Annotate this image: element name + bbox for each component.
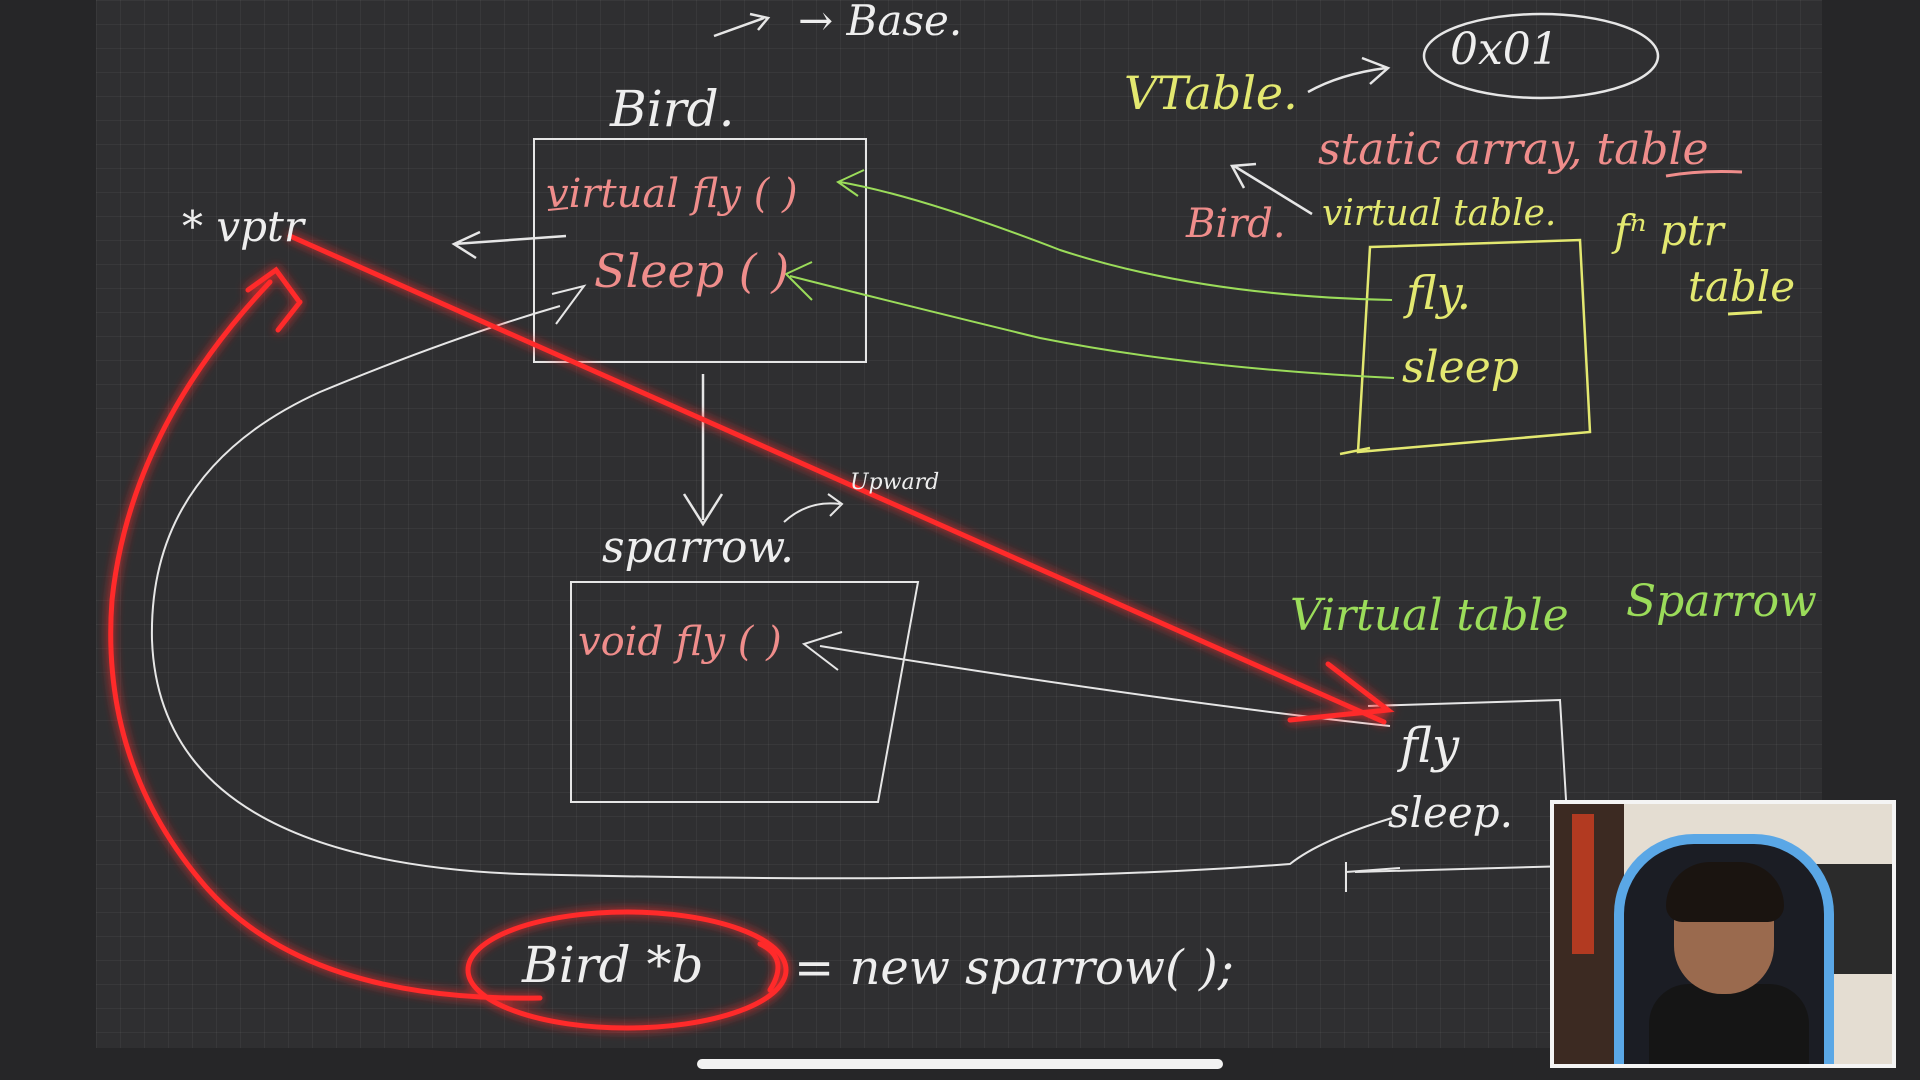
- presenter-webcam: [1550, 800, 1896, 1068]
- vptr-arrowhead: [1287, 661, 1395, 723]
- bird-to-vptr-arrow: [451, 230, 567, 260]
- sparrow-vtable-base: [1345, 862, 1401, 892]
- bird-method-fly: virtual fly ( ): [546, 171, 798, 217]
- sparrow-method-fly: void fly ( ): [578, 619, 782, 665]
- code-object-decl: Bird *b: [522, 936, 704, 994]
- bird-vtable-sleep-entry: sleep: [1402, 342, 1519, 393]
- static-array-label: static array, table: [1318, 124, 1709, 175]
- sparrow-vtable-sleep-entry: sleep.: [1388, 788, 1513, 837]
- address-label: 0x01: [1450, 24, 1559, 75]
- virtual-table-label: virtual table.: [1322, 193, 1557, 234]
- vt-fly-to-bird-fly: [836, 169, 1393, 301]
- sparrow-class-title: sparrow.: [602, 522, 794, 573]
- vtable-label: VTable.: [1124, 66, 1298, 120]
- sparrow-vtable-owner: Sparrow: [1626, 576, 1817, 627]
- bird-method-sleep: Sleep ( ): [594, 244, 790, 298]
- home-indicator-bar[interactable]: [697, 1059, 1223, 1069]
- code-new-expression: = new sparrow( );: [794, 940, 1234, 996]
- fn-table-label: table: [1688, 262, 1796, 311]
- bird-class-title: Bird.: [610, 80, 735, 138]
- upward-note: Upward: [850, 470, 940, 495]
- fn-ptr-label: fⁿ ptr: [1614, 206, 1724, 255]
- sparrow-class-box: [570, 581, 920, 803]
- fn-table-underline: [1727, 310, 1763, 316]
- vtable-label-arrow: [1307, 56, 1391, 94]
- base-arrow: [713, 12, 771, 38]
- vt-sleep-to-bird-sleep: [784, 261, 1395, 379]
- bird-vtable-owner: Bird.: [1186, 201, 1286, 247]
- upward-arrow: [783, 493, 844, 523]
- base-label: → Base.: [798, 0, 963, 45]
- bird-vtable-fly-entry: fly.: [1406, 266, 1472, 320]
- sparrow-vtable-title: Virtual table: [1290, 590, 1569, 641]
- sparrow-vtable-fly-entry: fly: [1400, 718, 1460, 774]
- inheritance-arrow: [682, 374, 724, 527]
- vptr-label: * vptr: [182, 202, 304, 251]
- sparrow-vt-fly-to-sparrow-fly: [801, 631, 1391, 727]
